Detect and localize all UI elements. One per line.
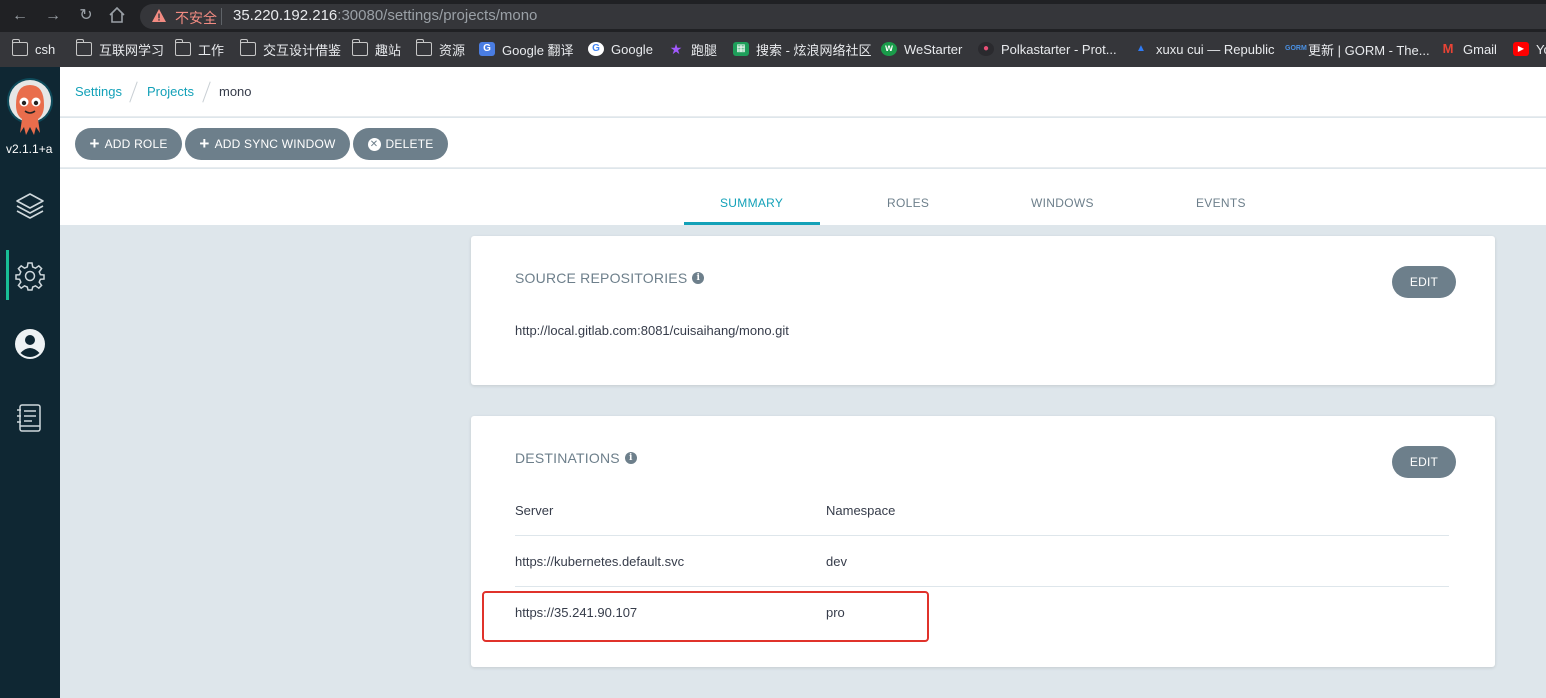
google-translate-icon: G [479, 42, 495, 56]
bookmark-item[interactable]: w WeStarter [881, 40, 962, 58]
user-info-nav[interactable] [14, 328, 46, 360]
card-title: DESTINATIONS i [515, 450, 637, 466]
insecure-label: 不安全 [175, 10, 217, 26]
breadcrumb-separator [129, 81, 138, 103]
breadcrumb-current: mono [219, 84, 252, 99]
reload-icon[interactable]: ↻ [76, 6, 96, 26]
bookmark-item[interactable]: GORM 更新 | GORM - The... [1285, 40, 1430, 58]
folder-icon [239, 39, 256, 56]
address-divider [221, 8, 222, 25]
add-role-button[interactable]: + ADD ROLE [75, 128, 182, 160]
google-icon: G [588, 42, 604, 56]
site-icon: ▦ [733, 42, 749, 56]
argo-logo-icon[interactable] [6, 77, 54, 139]
edit-source-repos-button[interactable]: EDIT [1392, 266, 1456, 298]
delete-button[interactable]: ✕ DELETE [353, 128, 448, 160]
active-tab-underline [684, 222, 820, 225]
gear-icon [15, 262, 45, 291]
card-title: SOURCE REPOSITORIES i [515, 270, 705, 286]
bookmark-item[interactable]: ▦ 搜索 - 炫浪网络社区 [733, 40, 872, 58]
user-icon [15, 329, 45, 359]
youtube-icon: ▶ [1513, 42, 1529, 56]
folder-icon [415, 39, 432, 56]
republic-icon: ▲ [1136, 43, 1146, 54]
bookmark-item[interactable]: ★ 跑腿 [668, 40, 717, 58]
plus-icon: + [199, 134, 210, 153]
bookmark-item[interactable]: 交互设计借鉴 [239, 39, 341, 58]
edit-destinations-button[interactable]: EDIT [1392, 446, 1456, 478]
forward-arrow-icon[interactable]: → [43, 6, 63, 26]
bookmark-item[interactable]: 工作 [174, 39, 224, 58]
star-icon: ★ [669, 41, 683, 57]
page-toolbar: + ADD ROLE + ADD SYNC WINDOW ✕ DELETE [60, 118, 1546, 168]
bookmark-item[interactable]: ▶Yo [1513, 40, 1546, 58]
gorm-icon: GORM [1285, 45, 1307, 52]
tab-summary[interactable]: SUMMARY [720, 196, 783, 210]
bookmark-item[interactable]: 趣站 [351, 39, 401, 58]
tab-events[interactable]: EVENTS [1196, 196, 1246, 210]
folder-icon [75, 39, 92, 56]
version-label: v2.1.1+a [6, 142, 53, 156]
applications-nav[interactable] [14, 190, 46, 222]
breadcrumb-settings[interactable]: Settings [75, 84, 122, 99]
highlight-box [482, 591, 929, 642]
info-icon[interactable]: i [692, 272, 705, 284]
address-bar[interactable]: 不安全 35.220.192.216:30080/settings/projec… [140, 4, 1546, 29]
folder-icon [351, 39, 368, 56]
gmail-icon: M [1442, 41, 1454, 56]
bookmarks-bar: csh 互联网学习 工作 交互设计借鉴 趣站 资源 G Google 翻译 G Go… [0, 32, 1546, 67]
bookmark-item[interactable]: G Google [588, 40, 653, 58]
warning-icon [152, 9, 166, 22]
app-sidebar: v2.1.1+a [0, 67, 60, 698]
settings-nav[interactable] [14, 260, 46, 292]
polkastarter-icon: ● [978, 42, 994, 56]
bookmark-item[interactable]: G Google 翻译 [479, 40, 574, 58]
column-header-server: Server [515, 503, 554, 518]
tab-roles[interactable]: ROLES [887, 196, 929, 210]
breadcrumb-projects[interactable]: Projects [147, 84, 194, 99]
bookmark-item[interactable]: ▲ xuxu cui — Republic [1133, 40, 1274, 58]
folder-icon [174, 39, 191, 56]
column-header-namespace: Namespace [826, 503, 896, 518]
plus-icon: + [89, 134, 100, 153]
layers-icon [16, 193, 44, 219]
browser-toolbar: ← → ↻ 不安全 35.220.192.216:30080/settings/… [0, 0, 1546, 32]
breadcrumb: Settings Projects mono [60, 67, 1546, 117]
row-divider [515, 586, 1449, 587]
bookmark-item[interactable]: 互联网学习 [75, 39, 164, 58]
bookmark-item[interactable]: csh [11, 39, 55, 58]
docs-icon [17, 404, 41, 432]
home-icon[interactable] [107, 6, 127, 26]
repo-url: http://local.gitlab.com:8081/cuisaihang/… [515, 323, 789, 338]
folder-icon [11, 39, 28, 56]
breadcrumb-separator [202, 81, 211, 103]
table-row-server: https://kubernetes.default.svc [515, 554, 685, 569]
add-sync-window-button[interactable]: + ADD SYNC WINDOW [185, 128, 350, 160]
source-repositories-card: SOURCE REPOSITORIES i EDIT http://local.… [471, 236, 1495, 385]
info-icon[interactable]: i [624, 452, 637, 464]
row-divider [515, 535, 1449, 536]
url-text: 35.220.192.216:30080/settings/projects/m… [233, 7, 538, 24]
westarter-icon: w [881, 42, 897, 56]
back-arrow-icon[interactable]: ← [10, 6, 30, 26]
close-circle-icon: ✕ [367, 137, 381, 151]
bookmark-item[interactable]: M Gmail [1440, 40, 1497, 58]
bookmark-item[interactable]: 资源 [415, 39, 465, 58]
bookmark-item[interactable]: ● Polkastarter - Prot... [978, 40, 1117, 58]
active-nav-indicator [6, 250, 9, 300]
table-row-namespace: dev [826, 554, 847, 569]
docs-nav[interactable] [14, 402, 46, 434]
tab-windows[interactable]: WINDOWS [1031, 196, 1094, 210]
tabs-bar: SUMMARY ROLES WINDOWS EVENTS [60, 169, 1546, 225]
